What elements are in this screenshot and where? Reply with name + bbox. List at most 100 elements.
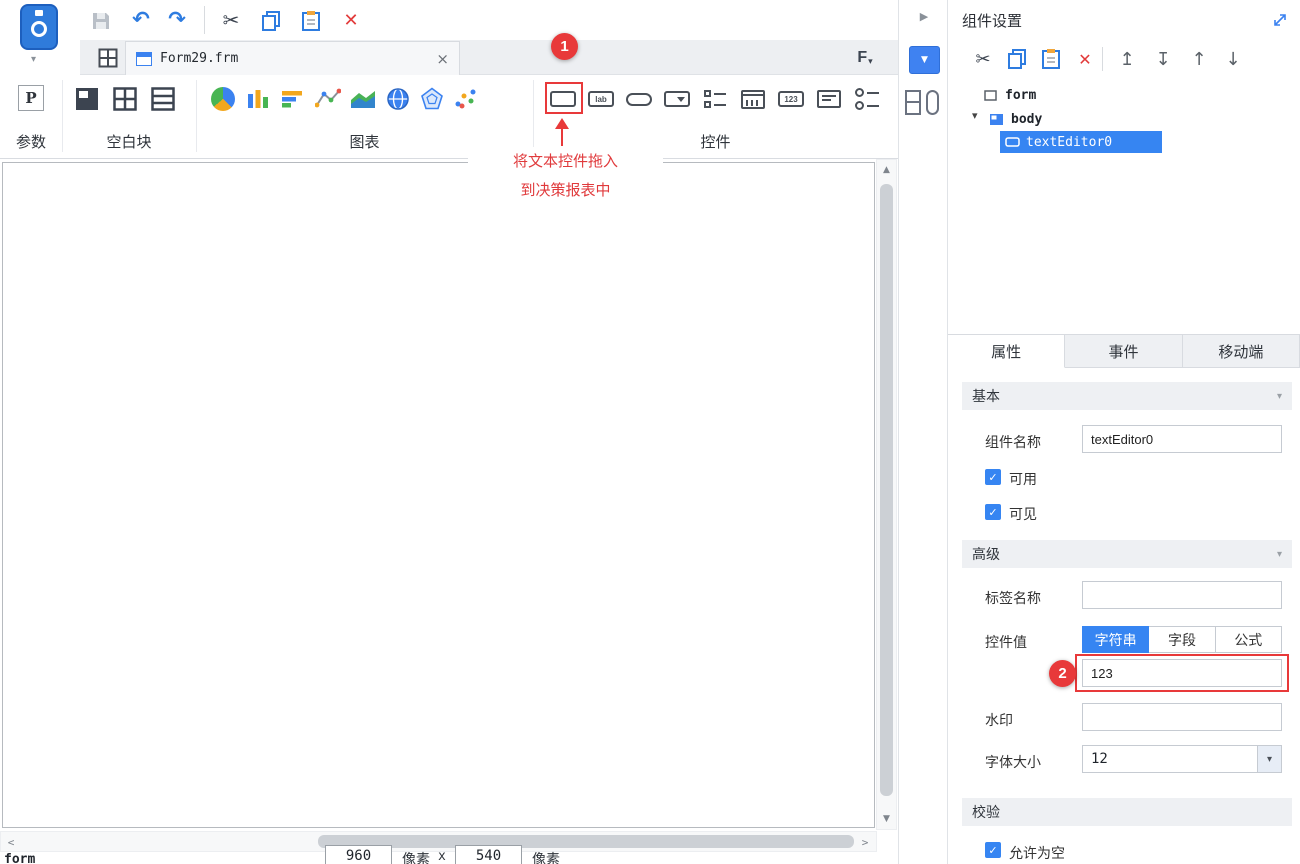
paste-icon[interactable] bbox=[298, 8, 324, 34]
save-icon[interactable] bbox=[88, 8, 114, 34]
horizontal-scroll-thumb[interactable] bbox=[318, 835, 854, 848]
tag-name-input[interactable] bbox=[1082, 581, 1282, 609]
move-to-bottom-icon[interactable]: ↧ bbox=[1150, 46, 1176, 72]
tab-properties[interactable]: 属性 bbox=[948, 334, 1066, 368]
section-basic-title: 基本 bbox=[972, 388, 1000, 404]
scatter-chart-icon[interactable] bbox=[452, 86, 478, 112]
clipboard-icon bbox=[302, 11, 320, 31]
toolbar-separator bbox=[204, 6, 205, 34]
tree-node-label: body bbox=[1011, 111, 1043, 127]
cut-icon[interactable]: ✂ bbox=[218, 7, 244, 33]
move-to-top-icon[interactable]: ↥ bbox=[1114, 46, 1140, 72]
section-basic[interactable]: 基本 ▾ bbox=[962, 382, 1292, 410]
body-node-icon bbox=[990, 113, 1003, 125]
visible-checkbox[interactable]: ✓ bbox=[985, 504, 1001, 520]
checkbox-group-widget-icon[interactable] bbox=[702, 86, 728, 112]
scroll-up-icon[interactable]: ▲ bbox=[876, 161, 897, 179]
label-widget-icon[interactable]: lab bbox=[588, 86, 614, 112]
panel-copy-icon[interactable] bbox=[1004, 46, 1030, 72]
delete-icon[interactable]: ✕ bbox=[338, 7, 364, 33]
template-grid-icon[interactable] bbox=[97, 47, 119, 69]
number-widget-icon[interactable]: 123 bbox=[778, 86, 804, 112]
bar-chart-icon[interactable] bbox=[280, 86, 306, 112]
vertical-scroll-thumb[interactable] bbox=[880, 184, 893, 796]
textarea-widget-icon[interactable] bbox=[816, 86, 842, 112]
scroll-right-icon[interactable]: > bbox=[856, 833, 874, 851]
allow-empty-checkbox[interactable]: ✓ bbox=[985, 842, 1001, 858]
radio-group-widget-icon[interactable] bbox=[854, 86, 880, 112]
widget-value-label: 控件值 bbox=[985, 634, 1027, 650]
report-block-icon[interactable] bbox=[74, 86, 100, 112]
width-unit-label: 像素 bbox=[402, 851, 430, 864]
step1-caption: 将文本控件拖入 到决策报表中 bbox=[468, 147, 663, 205]
designer-window: ▾ ↶ ↷ ✂ ✕ Form29.frm × F ▾ P 参数 空白块 图表 la… bbox=[0, 0, 1300, 864]
tab-events[interactable]: 事件 bbox=[1065, 334, 1183, 368]
undo-icon[interactable]: ↶ bbox=[128, 6, 154, 32]
pie-chart-icon[interactable] bbox=[210, 86, 236, 112]
date-widget-icon[interactable] bbox=[740, 86, 766, 112]
textarea-glyph bbox=[817, 90, 841, 108]
tree-node-label: textEditor0 bbox=[1026, 134, 1113, 150]
combobox-widget-icon[interactable] bbox=[664, 86, 690, 112]
tree-node-texteditor0-selected[interactable]: textEditor0 bbox=[1000, 131, 1162, 153]
section-advanced[interactable]: 高级 ▾ bbox=[962, 540, 1292, 568]
copy-icon[interactable] bbox=[258, 8, 284, 34]
visible-label: 可见 bbox=[1009, 506, 1037, 522]
component-settings-panel: 组件设置 ✂ ✕ ↥ ↧ ↑ ↓ form ▾ body textEditor0… bbox=[948, 0, 1300, 864]
watermark-input[interactable] bbox=[1082, 703, 1282, 731]
section-validation[interactable]: 校验 bbox=[962, 798, 1292, 826]
tab-mobile[interactable]: 移动端 bbox=[1182, 334, 1300, 368]
logo-ring-icon bbox=[31, 21, 47, 37]
logo-slot-icon bbox=[35, 10, 43, 16]
select-dropdown-icon[interactable]: ▾ bbox=[1257, 746, 1281, 772]
line-chart-icon[interactable] bbox=[315, 86, 341, 112]
font-size-label: 字体大小 bbox=[985, 754, 1041, 770]
panel-delete-icon[interactable]: ✕ bbox=[1072, 46, 1098, 72]
scroll-left-icon[interactable]: < bbox=[2, 833, 20, 851]
lab-glyph: lab bbox=[588, 91, 614, 107]
form-actions-icon[interactable]: F ▾ bbox=[852, 46, 878, 70]
button-widget-icon[interactable] bbox=[626, 86, 652, 112]
redo-icon[interactable]: ↷ bbox=[164, 6, 190, 32]
map-chart-icon[interactable] bbox=[385, 86, 411, 112]
app-logo[interactable] bbox=[20, 4, 58, 50]
panel-cut-icon[interactable]: ✂ bbox=[970, 46, 996, 72]
mode-field[interactable]: 字段 bbox=[1149, 626, 1216, 653]
block-a-glyph bbox=[905, 89, 921, 115]
report-canvas[interactable] bbox=[2, 162, 875, 828]
font-size-select[interactable]: 12 ▾ bbox=[1082, 745, 1282, 773]
logo-dropdown-caret-icon[interactable]: ▾ bbox=[31, 54, 36, 65]
area-chart-icon[interactable] bbox=[350, 86, 376, 112]
mode-formula[interactable]: 公式 bbox=[1215, 626, 1282, 653]
radar-chart-icon[interactable] bbox=[419, 86, 445, 112]
tree-node-form[interactable]: form bbox=[984, 84, 1036, 106]
radiolist-glyph bbox=[855, 88, 879, 110]
panel-paste-icon[interactable] bbox=[1038, 46, 1064, 72]
component-name-input[interactable] bbox=[1082, 425, 1282, 453]
panel-toolbar-separator bbox=[1102, 47, 1103, 71]
enabled-checkbox[interactable]: ✓ bbox=[985, 469, 1001, 485]
move-up-icon[interactable]: ↑ bbox=[1186, 46, 1212, 72]
column-chart-icon[interactable] bbox=[245, 86, 271, 112]
layout-blocks-icon[interactable] bbox=[905, 88, 945, 116]
tab-block-icon[interactable] bbox=[112, 86, 138, 112]
texteditor-node-icon bbox=[1005, 137, 1020, 147]
scroll-down-icon[interactable]: ▼ bbox=[876, 810, 897, 828]
expand-panel-icon[interactable] bbox=[1272, 12, 1288, 28]
enabled-label: 可用 bbox=[1009, 471, 1037, 487]
step2-highlight-box bbox=[1075, 654, 1289, 692]
absolute-block-icon[interactable] bbox=[150, 86, 176, 112]
tree-node-body[interactable]: body bbox=[990, 108, 1042, 130]
times-label: x bbox=[438, 849, 446, 864]
tab-close-icon[interactable]: × bbox=[436, 50, 449, 68]
move-down-icon[interactable]: ↓ bbox=[1220, 46, 1246, 72]
canvas-width-input[interactable] bbox=[325, 845, 392, 864]
mode-string[interactable]: 字符串 bbox=[1082, 626, 1150, 653]
collapse-panel-icon[interactable]: ▶ bbox=[916, 8, 932, 24]
tree-expander-icon[interactable]: ▾ bbox=[972, 109, 978, 122]
step2-badge: 2 bbox=[1049, 660, 1076, 687]
tab-form29[interactable]: Form29.frm × bbox=[125, 41, 460, 75]
panel-switch-button[interactable]: ▼ bbox=[909, 46, 940, 74]
parameter-pane-icon[interactable]: P bbox=[18, 85, 44, 111]
canvas-height-input[interactable] bbox=[455, 845, 522, 864]
